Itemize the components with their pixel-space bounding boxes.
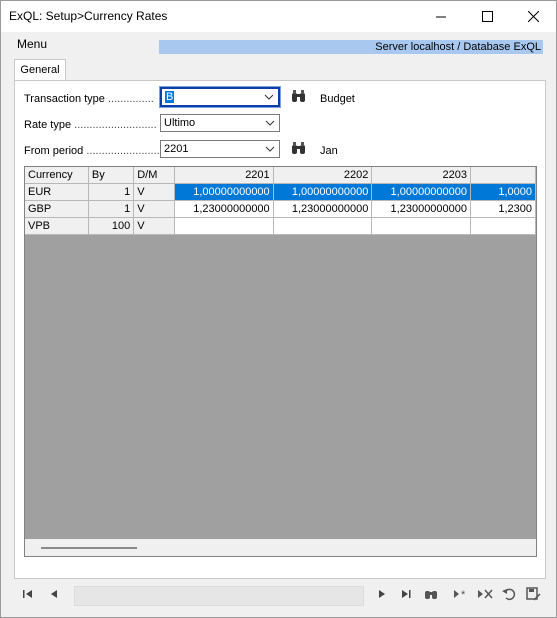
rate-type-label-text: Rate type (24, 119, 72, 131)
tab-general[interactable]: General (14, 59, 66, 81)
chevron-down-icon (264, 94, 274, 100)
record-navigation-bar: * (14, 583, 544, 607)
rate-cell[interactable] (273, 217, 373, 235)
column-header-period[interactable]: 2202 (273, 167, 373, 184)
rate-cell[interactable]: 1,00000000000 (371, 183, 472, 201)
new-record-icon: * (454, 589, 466, 601)
dm-cell[interactable]: V (133, 217, 175, 235)
rate-cell[interactable]: 1,2300 (470, 200, 536, 218)
transaction-type-combo[interactable]: B (159, 86, 281, 108)
rate-cell[interactable] (371, 217, 472, 235)
label-dots: ............... (107, 93, 154, 105)
chevron-down-icon (265, 146, 275, 152)
menu-bar: Menu Server localhost / Database ExQL (1, 32, 556, 56)
previous-record-icon (51, 590, 57, 598)
window-title: ExQL: Setup>Currency Rates (9, 9, 168, 23)
find-button[interactable] (421, 584, 441, 604)
from-period-label: From period ......................... (24, 145, 163, 157)
column-header-period[interactable] (470, 167, 536, 184)
dm-cell[interactable]: V (133, 183, 175, 201)
rate-cell[interactable]: 1,23000000000 (371, 200, 472, 218)
currency-cell[interactable]: VPB (25, 217, 89, 235)
by-cell[interactable]: 1 (88, 200, 135, 218)
find-icon (425, 591, 437, 599)
server-info: Server localhost / Database ExQL (159, 40, 543, 54)
new-record-button[interactable]: * (451, 584, 471, 604)
rate-type-label: Rate type ........................... (24, 119, 157, 131)
from-period-combo[interactable]: 2201 (160, 140, 280, 158)
rate-cell[interactable]: 1,0000 (470, 183, 536, 201)
general-panel: Transaction type ............... B Budge… (14, 80, 546, 579)
rate-cell[interactable]: 1,23000000000 (273, 200, 373, 218)
save-icon (526, 587, 541, 601)
column-header-period[interactable]: 2201 (174, 167, 274, 184)
label-dots: ........................... (74, 119, 157, 131)
next-record-icon (379, 590, 385, 598)
column-header-currency[interactable]: Currency (25, 167, 89, 184)
rate-type-combo[interactable]: Ultimo (160, 114, 280, 132)
menu-button[interactable]: Menu (17, 37, 47, 51)
first-record-icon (23, 590, 32, 598)
rates-table: Currency By D/M 2201 2202 2203 EUR 1 V 1… (25, 167, 536, 235)
header-row: Currency By D/M 2201 2202 2203 (25, 167, 536, 184)
from-period-description: Jan (320, 145, 338, 157)
by-cell[interactable]: 1 (88, 183, 135, 201)
rate-cell[interactable] (174, 217, 274, 235)
column-header-period[interactable]: 2203 (371, 167, 472, 184)
minimize-icon (435, 16, 446, 18)
transaction-type-value: B (165, 91, 175, 103)
scrollbar-thumb[interactable] (41, 547, 137, 549)
horizontal-scrollbar[interactable] (25, 539, 536, 556)
binoculars-icon (292, 142, 305, 154)
maximize-icon (481, 11, 493, 22)
previous-record-button[interactable] (44, 584, 64, 604)
column-header-dm[interactable]: D/M (133, 167, 175, 184)
last-record-button[interactable] (396, 584, 416, 604)
rate-cell[interactable]: 1,00000000000 (174, 183, 274, 201)
transaction-type-lookup-button[interactable] (289, 87, 309, 107)
from-period-lookup-button[interactable] (289, 139, 309, 159)
currency-cell[interactable]: EUR (25, 183, 89, 201)
binoculars-icon (292, 90, 305, 102)
table-row[interactable]: VPB 100 V (25, 217, 536, 235)
record-position-field[interactable] (74, 586, 364, 606)
delete-record-button[interactable] (475, 584, 495, 604)
undo-button[interactable] (499, 584, 519, 604)
app-window: ExQL: Setup>Currency Rates Menu Server l… (0, 0, 557, 618)
close-button[interactable] (510, 1, 556, 32)
transaction-type-label-text: Transaction type (24, 93, 105, 105)
maximize-button[interactable] (464, 1, 510, 32)
label-dots: ......................... (86, 145, 163, 157)
currency-cell[interactable]: GBP (25, 200, 89, 218)
svg-text:*: * (461, 589, 466, 601)
delete-record-icon (478, 589, 493, 599)
table-row[interactable]: GBP 1 V 1,23000000000 1,23000000000 1,23… (25, 200, 536, 218)
close-icon (527, 11, 539, 22)
rate-cell[interactable] (470, 217, 536, 235)
currency-rates-grid[interactable]: Currency By D/M 2201 2202 2203 EUR 1 V 1… (24, 166, 537, 557)
table-row[interactable]: EUR 1 V 1,00000000000 1,00000000000 1,00… (25, 183, 536, 201)
chevron-down-icon (265, 120, 275, 126)
rate-cell[interactable]: 1,00000000000 (273, 183, 373, 201)
minimize-button[interactable] (418, 1, 464, 32)
rate-type-value: Ultimo (164, 117, 196, 129)
title-bar: ExQL: Setup>Currency Rates (1, 1, 556, 32)
next-record-button[interactable] (372, 584, 392, 604)
rate-cell[interactable]: 1,23000000000 (174, 200, 274, 218)
by-cell[interactable]: 100 (88, 217, 135, 235)
undo-icon (502, 588, 516, 601)
save-button[interactable] (523, 584, 543, 604)
from-period-value: 2201 (164, 143, 189, 155)
last-record-icon (402, 590, 411, 598)
first-record-button[interactable] (18, 584, 38, 604)
transaction-type-label: Transaction type ............... (24, 93, 154, 105)
from-period-label-text: From period (24, 145, 84, 157)
dm-cell[interactable]: V (133, 200, 175, 218)
column-header-by[interactable]: By (88, 167, 135, 184)
transaction-type-description: Budget (320, 93, 355, 105)
